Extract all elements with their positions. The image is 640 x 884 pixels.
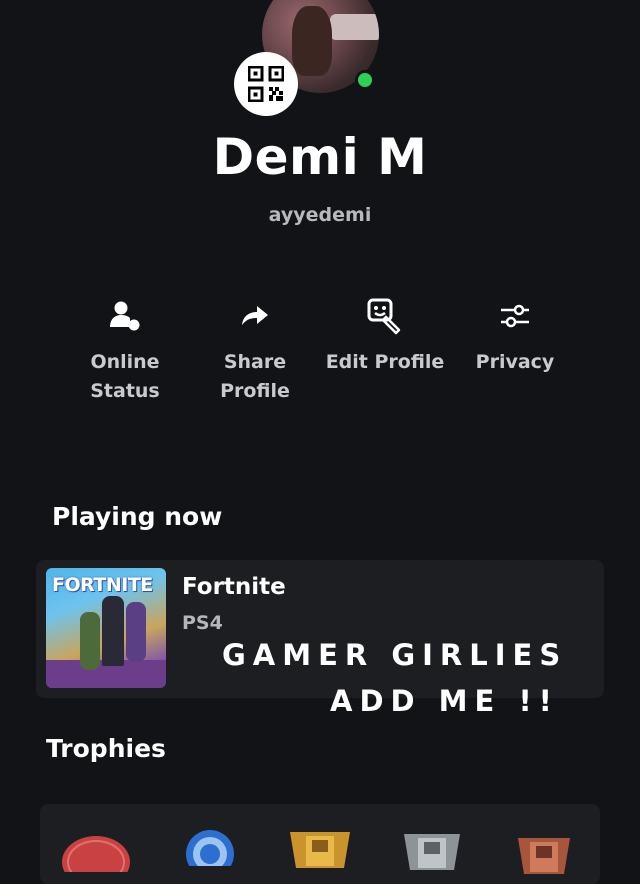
edit-profile-label: Edit Profile	[325, 351, 445, 373]
share-profile-button[interactable]: Share Profile	[202, 292, 308, 406]
display-name: Demi M	[212, 128, 428, 186]
edit-profile-icon	[367, 298, 401, 335]
online-status-label-1: Online	[90, 351, 160, 373]
game-platform: PS4	[182, 612, 223, 634]
playing-now-card[interactable]: FORTNITE	[36, 560, 604, 698]
sliders-icon	[501, 304, 529, 328]
gold-trophy-icon	[290, 832, 350, 868]
avatar-background	[330, 14, 379, 40]
trophies-title: Trophies	[46, 734, 166, 763]
privacy-label: Privacy	[475, 351, 555, 373]
bronze-trophy-icon	[518, 838, 570, 874]
qr-code-icon	[248, 66, 284, 102]
share-profile-label-2: Profile	[220, 380, 290, 402]
game-cover-logo: FORTNITE	[52, 574, 153, 596]
avatar-person	[292, 6, 332, 76]
online-status-label-2: Status	[90, 380, 160, 402]
playing-now-title: Playing now	[52, 502, 223, 531]
platinum-trophy-icon	[186, 830, 234, 866]
online-id: ayyedemi	[268, 204, 372, 226]
privacy-button[interactable]: Privacy	[462, 292, 568, 377]
qr-code-button[interactable]	[234, 52, 298, 116]
game-title: Fortnite	[182, 574, 286, 600]
edit-profile-button[interactable]: Edit Profile	[320, 292, 450, 377]
trophies-card[interactable]	[40, 804, 600, 884]
share-arrow-icon	[242, 306, 268, 325]
overlay-caption-line-2: ADD ME !!	[330, 684, 559, 718]
online-status-dot	[355, 70, 375, 90]
silver-trophy-icon	[404, 834, 460, 870]
online-status-button[interactable]: Online Status	[72, 292, 178, 406]
share-profile-label-1: Share	[223, 351, 287, 373]
level-badge-icon	[62, 836, 130, 872]
online-status-icon	[110, 301, 140, 331]
overlay-caption-line-1: GAMER GIRLIES	[222, 638, 568, 672]
